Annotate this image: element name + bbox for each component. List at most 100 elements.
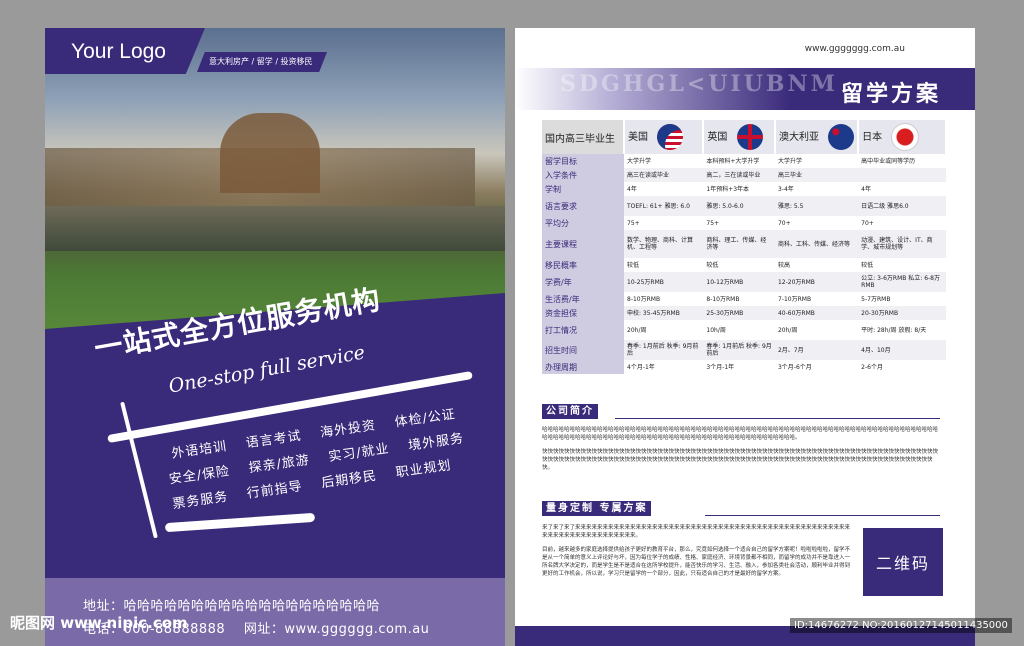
row-label: 生活费/年: [542, 292, 624, 306]
service-item: 安全/保险: [168, 464, 231, 488]
table-cell: 本科预科+大学升学: [706, 157, 760, 165]
table-cell: 较低: [861, 261, 874, 269]
country-name: 日本: [862, 132, 883, 143]
table-cell: 75+: [706, 219, 720, 227]
section-rule: [615, 418, 940, 419]
table-cell: [858, 168, 946, 182]
table-cell: 雅思: 5.0-6.0: [703, 196, 775, 216]
table-row: 平均分 75+ 75+ 70+ 70+: [542, 216, 946, 230]
company-logo: Your Logo: [71, 40, 166, 63]
country-name: 美国: [628, 132, 648, 143]
table-cell: 3个月-6个月: [777, 363, 812, 371]
qr-code-placeholder: 二维码: [863, 528, 943, 596]
country-name: 英国: [707, 132, 728, 143]
table-cell: 75+: [627, 219, 640, 227]
table-cell: 日语二级 雅思6.0: [858, 196, 946, 216]
uk-flag-icon: [736, 124, 763, 150]
table-row: 生活费/年 8-10万RMB 8-10万RMB 7-10万RMB 5-7万RMB: [542, 292, 946, 306]
table-cell: TOEFL: 61+ 雅思: 6.0: [624, 196, 704, 216]
country-name: 澳大利亚: [778, 132, 819, 143]
left-page: Your Logo 意大利房产 / 留学 / 投资移民 一站式全方位服务机构 O…: [45, 28, 505, 646]
right-page: www.ggggggg.com.au SDGHGL<UIUBNM 留学方案 国内…: [515, 28, 975, 646]
tagline: 意大利房产 / 留学 / 投资移民: [209, 57, 313, 66]
table-header-japan: 日本: [858, 120, 947, 154]
table-cell: 高二，三在读或毕业: [703, 168, 775, 182]
table-cell: 公立: 3-6万RMB 私立: 6-8万RMB: [858, 272, 946, 292]
row-label: 平均分: [542, 216, 624, 230]
table-cell: 高中毕业或同等学历: [861, 157, 916, 165]
service-item: 海外投资: [319, 418, 377, 441]
table-cell: 7-10万RMB: [777, 295, 812, 303]
table-row: 移民概率 较低 较低 较高 较低: [542, 258, 946, 272]
table-row: 语言要求 TOEFL: 61+ 雅思: 6.0 雅思: 5.0-6.0 雅思: 5.5…: [542, 196, 946, 216]
table-cell: 70+: [777, 219, 791, 227]
table-row: 办理周期 4个月-1年 3个月-1年 3个月-6个月 2-6个月: [542, 360, 946, 374]
brush-swoosh-vertical: [120, 401, 158, 539]
table-cell: 10h/周: [706, 326, 726, 334]
table-cell: 12-20万RMB: [774, 272, 859, 292]
table-cell: 8-10万RMB: [706, 295, 740, 303]
table-cell: 1年预科+3年本: [706, 185, 750, 193]
study-plan-table: 国内高三毕业生 美国 英国 澳大利亚 日本 留学目标 大学升学 本科预科+大学升…: [542, 120, 947, 374]
table-cell: 2月、7月: [774, 340, 859, 360]
table-row: 主要课程 数学、物理、商科、计算机、工程等 商科、理工、传媒、经济等 商科、工科、传媒…: [542, 230, 946, 258]
table-cell: 10-12万RMB: [703, 272, 775, 292]
table-row: 入学条件 高三在读或毕业 高二，三在读或毕业 高三毕业: [542, 168, 946, 182]
service-item: 探亲/旅游: [247, 452, 311, 477]
table-cell: 较低: [706, 261, 719, 269]
table-cell: 20h/周: [777, 326, 798, 334]
row-label: 主要课程: [542, 230, 624, 258]
service-item: 实习/就业: [327, 441, 391, 465]
table-row: 学制 4年 1年预科+3年本 3-4年 4年: [542, 182, 946, 196]
table-cell: 申校: 35-45万RMB: [624, 306, 704, 320]
intro-paragraph-2: 快快快快快快快快快快快快快快快快快快快快快快快快快快快快快快快快快快快快快快快快…: [542, 449, 939, 471]
table-cell: 20-30万RMB: [858, 306, 946, 320]
table-cell: 商科、理工、传媒、经济等: [703, 230, 775, 258]
table-header-row: 国内高三毕业生 美国 英国 澳大利亚 日本: [542, 120, 947, 154]
table-cell: 较高: [777, 261, 790, 269]
table-cell: 春季: 1月前后 秋季: 9月前后: [703, 340, 775, 360]
page-title: 留学方案: [840, 82, 941, 107]
table-cell: 4年: [861, 185, 871, 193]
row-label: 学制: [542, 182, 624, 196]
table-cell: 20h/周: [627, 326, 647, 334]
table-header-usa: 美国: [624, 120, 705, 154]
table-row: 学费/年 10-25万RMB 10-12万RMB 12-20万RMB 公立: 3-6万R…: [542, 272, 946, 292]
table-cell: 春季: 1月前后 秋季: 9月前后: [624, 340, 704, 360]
japan-flag-icon: [891, 123, 920, 151]
row-label: 资金担保: [542, 306, 624, 320]
website-url: www.ggggggg.com.au: [804, 44, 905, 54]
australia-flag-icon: [828, 124, 855, 150]
section-heading-custom: 量身定制 专属方案: [542, 501, 652, 516]
intro-paragraph-1: 哈哈哈哈哈哈哈哈哈哈哈哈哈哈哈哈哈哈哈哈哈哈哈哈哈哈哈哈哈哈哈哈哈哈哈哈哈哈哈哈…: [542, 427, 939, 441]
table-cell: 8-10万RMB: [627, 295, 661, 303]
row-label: 招生时间: [542, 340, 624, 360]
table-cell: 雅思: 5.5: [774, 196, 859, 216]
service-item: 后期移民: [320, 468, 378, 492]
service-item: 境外服务: [407, 431, 465, 454]
table-cell: 动漫、建筑、设计、IT、商学、城市规划等: [858, 230, 946, 258]
table-cell: 4月、10月: [858, 340, 946, 360]
table-cell: 4个月-1年: [627, 363, 655, 371]
watermark-left: 昵图网 www.nipic.com: [10, 614, 188, 632]
service-item: 职业规划: [394, 458, 453, 481]
watermark-id: ID:14676272 NO:20160127145011435000: [790, 618, 1012, 633]
section-rule: [705, 515, 940, 516]
custom-paragraph-1: 来了来了来了来来来来来来来来来来来来来来来来来来来来来来来来来来来来来来来来来来…: [542, 525, 851, 539]
table-row: 招生时间 春季: 1月前后 秋季: 9月前后 春季: 1月前后 秋季: 9月前后 2月…: [542, 340, 946, 360]
row-label: 学费/年: [542, 272, 624, 292]
table-cell: 商科、工科、传媒、经济等: [774, 230, 859, 258]
table-row: 资金担保 申校: 35-45万RMB 25-30万RMB 40-60万RMB 20-30…: [542, 306, 946, 320]
table-header-uk: 英国: [703, 120, 776, 154]
table-cell: 4年: [627, 185, 637, 193]
table-cell: 40-60万RMB: [774, 306, 859, 320]
table-header-australia: 澳大利亚: [774, 120, 860, 154]
table-cell: 3-4年: [777, 185, 794, 193]
us-flag-icon: [657, 124, 684, 150]
row-label: 留学目标: [542, 154, 624, 168]
table-cell: 平时: 28h/周 放假: 8/天: [861, 326, 927, 334]
row-label: 语言要求: [542, 196, 624, 216]
photo-lagoon: [45, 206, 505, 251]
table-cell: 大学升学: [627, 157, 652, 165]
table-body: 留学目标 大学升学 本科预科+大学升学 大学升学 高中毕业或同等学历 入学条件 高三在读或毕…: [542, 154, 946, 374]
